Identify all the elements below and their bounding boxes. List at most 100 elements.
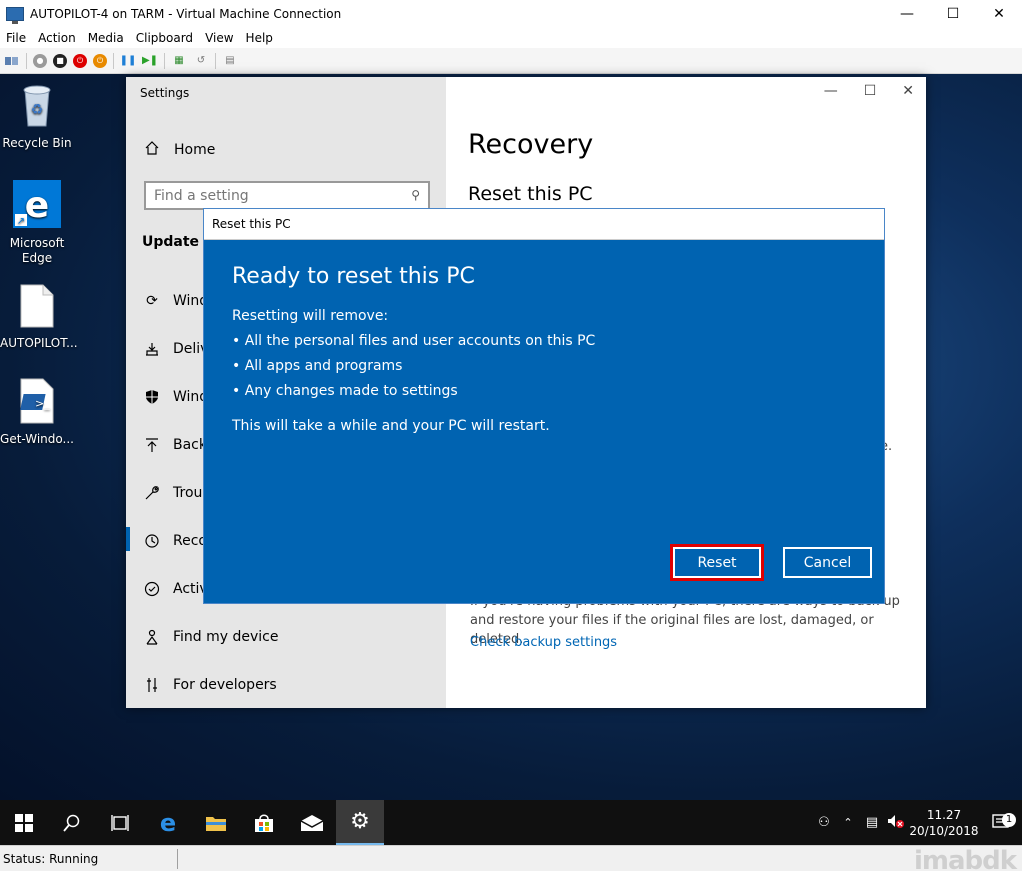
volume-muted-icon[interactable] — [884, 814, 908, 832]
toolbar-separator — [215, 52, 216, 69]
minimize-button[interactable]: — — [884, 0, 930, 27]
shield-icon — [144, 389, 160, 405]
sync-icon: ⟳ — [146, 293, 158, 309]
store-icon — [255, 814, 273, 832]
host-window-title: AUTOPILOT-4 on TARM - Virtual Machine Co… — [30, 6, 342, 21]
desktop-icon-edge[interactable]: e ↗ Microsoft Edge — [0, 180, 74, 266]
close-button[interactable]: ✕ — [976, 0, 1022, 27]
desktop-icon-recycle-bin[interactable]: ♻ Recycle Bin — [0, 82, 74, 151]
dialog-intro: Resetting will remove: — [232, 308, 389, 324]
chevron-up-icon[interactable]: ⌃ — [836, 816, 860, 829]
desktop-icon-label: AUTOPILOT... — [0, 336, 78, 350]
wrench-icon — [144, 485, 160, 501]
nav-active-indicator — [126, 527, 130, 551]
turn-off-icon[interactable]: ■ — [53, 53, 67, 68]
revert-icon[interactable]: ↺ — [193, 53, 209, 69]
shut-down-icon[interactable]: ⏻ — [73, 53, 87, 68]
desktop-icon-autopilot[interactable]: AUTOPILOT... — [0, 284, 78, 351]
taskbar-store[interactable] — [240, 800, 288, 845]
desktop-icon-get-windows[interactable]: >_ Get-Windo... — [0, 378, 74, 447]
menu-clipboard[interactable]: Clipboard — [130, 31, 199, 45]
reset-button[interactable]: Reset — [670, 544, 764, 581]
taskbar-file-explorer[interactable] — [192, 800, 240, 845]
nav-item-label: Find my device — [173, 629, 279, 645]
host-menubar: File Action Media Clipboard View Help — [0, 27, 1022, 48]
settings-window-controls: — ☐ ✕ — [824, 83, 914, 99]
checkpoint-icon[interactable]: ▦ — [171, 53, 187, 69]
mail-icon — [300, 814, 324, 831]
desktop-icon-label: Get-Windo... — [0, 432, 74, 446]
menu-file[interactable]: File — [0, 31, 32, 45]
settings-close-button[interactable]: ✕ — [902, 83, 914, 99]
play-icon[interactable]: ▶❚ — [142, 53, 158, 69]
taskbar-edge[interactable]: e — [144, 800, 192, 845]
history-icon — [144, 533, 160, 549]
nav-item-find-my-device[interactable]: Find my device — [144, 625, 434, 649]
settings-search-input[interactable]: Find a setting ⚲ — [144, 181, 430, 210]
settings-minimize-button[interactable]: — — [824, 83, 838, 99]
start-icon[interactable]: ● — [33, 53, 47, 68]
clock[interactable]: 11.27 20/10/2018 — [908, 807, 980, 839]
svg-text:>_: >_ — [35, 397, 50, 410]
cancel-button[interactable]: Cancel — [783, 547, 872, 578]
page-title: Recovery — [468, 129, 594, 160]
taskbar: e ⚙ ⚇ ⌃ ▤ 11.27 20/10/2018 1 — [0, 800, 1022, 845]
dialog-footer-text: This will take a while and your PC will … — [232, 418, 550, 434]
host-window-controls: — ☐ ✕ — [884, 0, 1022, 27]
toolbar-separator — [26, 52, 27, 69]
search-button[interactable] — [48, 800, 96, 845]
task-view-icon — [111, 814, 129, 831]
menu-view[interactable]: View — [199, 31, 239, 45]
powershell-script-icon: >_ — [0, 378, 74, 428]
check-backup-settings-link[interactable]: Check backup settings — [470, 635, 617, 650]
action-center-button[interactable]: 1 — [980, 812, 1022, 833]
menu-media[interactable]: Media — [82, 31, 130, 45]
edge-icon: e — [159, 808, 177, 837]
pause-icon[interactable]: ❚❚ — [120, 53, 137, 69]
task-view-button[interactable] — [96, 800, 144, 845]
recycle-bin-icon: ♻ — [0, 82, 74, 132]
clock-date: 20/10/2018 — [909, 823, 979, 838]
search-placeholder: Find a setting — [154, 187, 249, 204]
settings-maximize-button[interactable]: ☐ — [864, 83, 877, 99]
dialog-bullet: • All apps and programs — [232, 358, 403, 374]
nav-item-label: For developers — [173, 677, 277, 693]
network-icon[interactable]: ▤ — [860, 815, 884, 830]
backup-icon — [144, 437, 160, 453]
svg-text:e: e — [25, 185, 49, 226]
person-icon — [144, 629, 160, 645]
dialog-title: Reset this PC — [212, 217, 291, 231]
start-button[interactable] — [0, 800, 48, 845]
reset-pc-dialog: Reset this PC Ready to reset this PC Res… — [203, 208, 885, 604]
vm-status-text: Status: Running — [3, 851, 99, 866]
vm-connection-icon — [6, 6, 24, 24]
check-circle-icon — [144, 581, 160, 597]
folder-icon — [206, 816, 226, 831]
nav-item-for-developers[interactable]: For developers — [144, 673, 434, 697]
menu-help[interactable]: Help — [240, 31, 279, 45]
host-titlebar: AUTOPILOT-4 on TARM - Virtual Machine Co… — [0, 0, 1022, 27]
svg-text:♻: ♻ — [31, 102, 44, 118]
host-toolbar: ● ■ ⏻ ⏻ ❚❚ ▶❚ ▦ ↺ ▤ — [0, 48, 1022, 74]
settings-window-title: Settings — [140, 86, 190, 100]
save-state-icon[interactable]: ⏻ — [93, 53, 107, 68]
ctrl-alt-del-icon[interactable] — [4, 53, 20, 69]
nav-home[interactable]: Home — [144, 140, 215, 160]
people-icon[interactable]: ⚇ — [812, 815, 836, 830]
dialog-titlebar: Reset this PC — [204, 209, 884, 240]
menu-action[interactable]: Action — [32, 31, 82, 45]
dialog-bullet: • All the personal files and user accoun… — [232, 333, 596, 349]
taskbar-mail[interactable] — [288, 800, 336, 845]
delivery-icon — [144, 341, 160, 357]
nav-home-label: Home — [174, 142, 216, 158]
windows-logo-icon — [15, 813, 33, 832]
toolbar-separator — [164, 52, 165, 69]
enhanced-session-icon[interactable]: ▤ — [222, 53, 238, 69]
taskbar-settings[interactable]: ⚙ — [336, 800, 384, 845]
edge-icon: e ↗ — [0, 180, 74, 232]
svg-text:↗: ↗ — [17, 216, 25, 227]
nav-item-label: Reco — [173, 533, 207, 549]
maximize-button[interactable]: ☐ — [930, 0, 976, 27]
dialog-bullet: • Any changes made to settings — [232, 383, 458, 399]
notification-count-badge: 1 — [1002, 812, 1016, 827]
